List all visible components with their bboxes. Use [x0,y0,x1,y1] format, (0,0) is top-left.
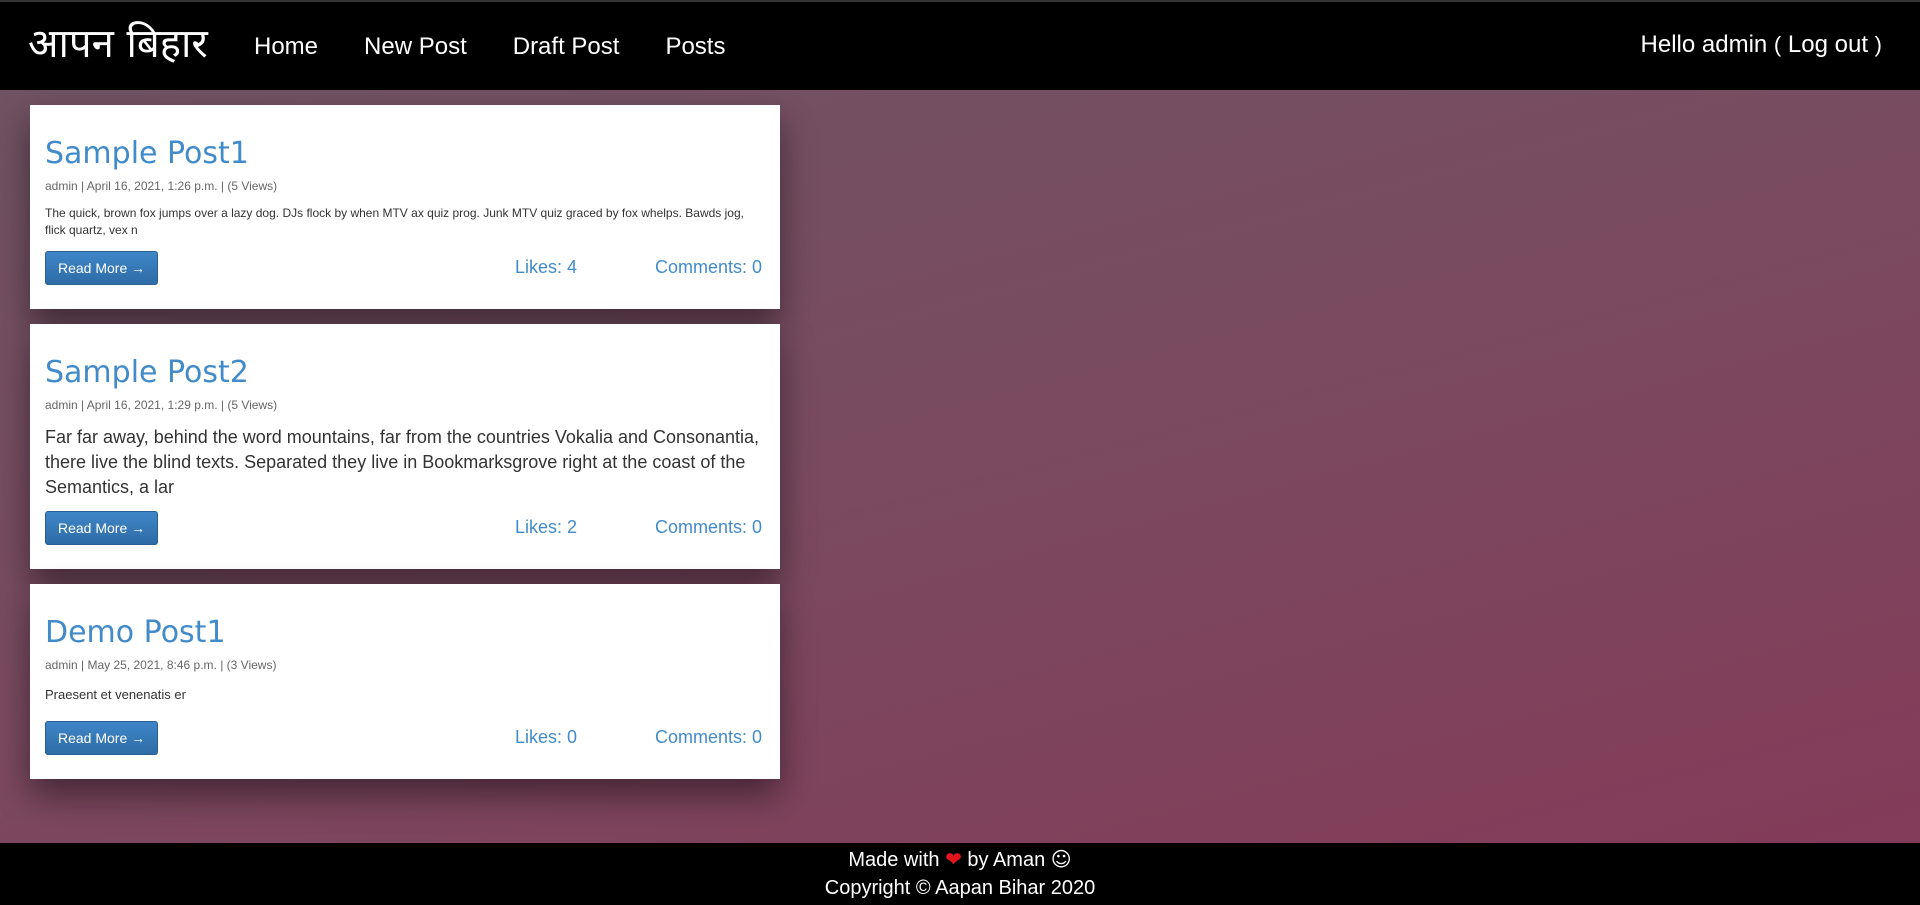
post-footer: Read More → Likes: 2 Comments: 0 [45,511,762,545]
post-meta: admin | April 16, 2021, 1:26 p.m. | (5 V… [45,179,278,193]
comments-count[interactable]: Comments: 0 [655,256,762,278]
logout-link[interactable]: Log out [1788,31,1868,58]
page-footer: Made with ❤ by Aman ☺ Copyright © Aapan … [0,843,1920,905]
nav-draft-post-link[interactable]: Draft Post [513,32,620,62]
paren-close: ) [1874,32,1882,57]
top-navbar: आपन बिहार Home New Post Draft Post Posts… [0,0,1920,90]
nav-posts-link[interactable]: Posts [665,32,725,62]
read-more-button[interactable]: Read More → [45,251,159,285]
nav-new-post-link[interactable]: New Post [364,32,467,62]
footer-credit: Made with ❤ by Aman ☺ [0,845,1920,874]
read-more-button[interactable]: Read More → [45,721,159,755]
post-meta: admin | April 16, 2021, 1:29 p.m. | (5 V… [45,398,278,412]
nav-links: Home New Post Draft Post Posts [254,32,771,62]
read-more-button[interactable]: Read More → [45,511,159,545]
post-excerpt: Far far away, behind the word mountains,… [45,427,760,497]
likes-count[interactable]: Likes: 0 [515,726,577,748]
user-greeting: Hello admin [1640,31,1768,58]
post-title[interactable]: Sample Post1 [45,135,765,173]
post-excerpt: Praesent et venenatis er [45,687,186,702]
heart-icon: ❤ [945,847,962,871]
footer-made-with: Made with [848,849,940,871]
likes-count[interactable]: Likes: 4 [515,256,577,278]
comments-count[interactable]: Comments: 0 [655,726,762,748]
post-card: Demo Post1 admin | May 25, 2021, 8:46 p.… [30,584,780,779]
paren-open: ( [1773,32,1782,57]
likes-count[interactable]: Likes: 2 [515,516,577,538]
footer-copyright: Copyright © Aapan Bihar 2020 [824,877,1096,899]
post-title[interactable]: Demo Post1 [45,614,765,652]
post-meta: admin | May 25, 2021, 8:46 p.m. | (3 Vie… [45,658,277,672]
comments-count[interactable]: Comments: 0 [655,516,762,538]
brand-logo[interactable]: आपन बिहार [28,20,208,68]
post-footer: Read More → Likes: 4 Comments: 0 [45,251,762,285]
nav-home-link[interactable]: Home [254,32,318,62]
smile-icon: ☺ [1050,847,1072,871]
user-area: Hello admin ( Log out ) [1641,30,1882,60]
post-card: Sample Post2 admin | April 16, 2021, 1:2… [30,324,780,569]
footer-author: by Aman [967,849,1046,871]
post-list: Sample Post1 admin | April 16, 2021, 1:2… [30,105,780,794]
post-card: Sample Post1 admin | April 16, 2021, 1:2… [30,105,780,309]
post-excerpt: The quick, brown fox jumps over a lazy d… [45,206,744,237]
post-title[interactable]: Sample Post2 [45,354,765,392]
post-footer: Read More → Likes: 0 Comments: 0 [45,721,762,755]
